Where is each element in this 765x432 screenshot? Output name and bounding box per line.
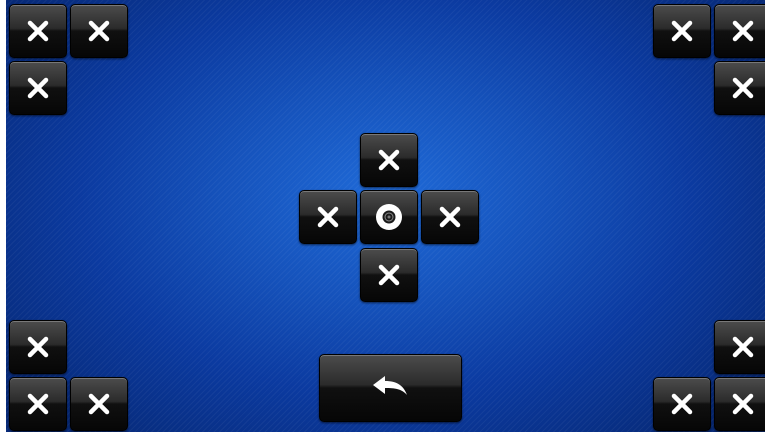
dpad-left-button[interactable]	[299, 190, 357, 244]
bottom-left-close-button-3[interactable]	[70, 377, 128, 431]
x-icon	[732, 393, 754, 415]
bottom-left-close-button-1[interactable]	[9, 320, 67, 374]
x-icon	[317, 206, 339, 228]
x-icon	[27, 393, 49, 415]
target-icon	[376, 204, 402, 230]
bottom-right-close-button-3[interactable]	[714, 377, 765, 431]
x-icon	[732, 77, 754, 99]
top-left-close-button-2[interactable]	[70, 4, 128, 58]
x-icon	[732, 336, 754, 358]
x-icon	[378, 264, 400, 286]
x-icon	[88, 20, 110, 42]
x-icon	[27, 20, 49, 42]
bottom-right-close-button-2[interactable]	[653, 377, 711, 431]
control-screen	[6, 0, 765, 432]
x-icon	[27, 336, 49, 358]
bottom-left-close-button-2[interactable]	[9, 377, 67, 431]
top-right-close-button-2[interactable]	[714, 4, 765, 58]
x-icon	[439, 206, 461, 228]
x-icon	[732, 20, 754, 42]
back-arrow-icon	[372, 376, 407, 395]
x-icon	[88, 393, 110, 415]
top-left-close-button-1[interactable]	[9, 4, 67, 58]
back-button[interactable]	[319, 354, 462, 422]
bottom-right-close-button-1[interactable]	[714, 320, 765, 374]
dpad-center-button[interactable]	[360, 190, 418, 244]
dpad-right-button[interactable]	[421, 190, 479, 244]
dpad-down-button[interactable]	[360, 248, 418, 302]
top-right-close-button-3[interactable]	[714, 61, 765, 115]
top-left-close-button-3[interactable]	[9, 61, 67, 115]
x-icon	[27, 77, 49, 99]
x-icon	[671, 393, 693, 415]
top-right-close-button-1[interactable]	[653, 4, 711, 58]
x-icon	[671, 20, 693, 42]
dpad-up-button[interactable]	[360, 133, 418, 187]
x-icon	[378, 149, 400, 171]
